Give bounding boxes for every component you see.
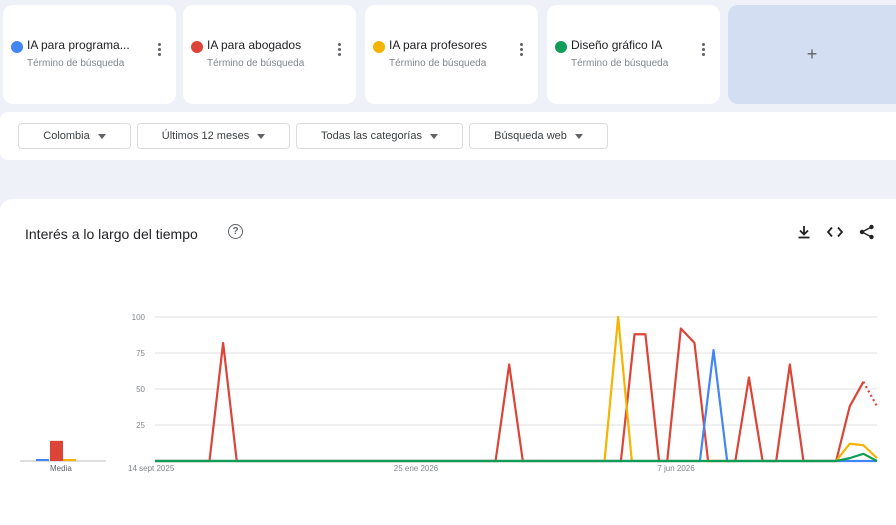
average-label: Media — [50, 464, 72, 473]
search-term-name: IA para profesores — [389, 38, 488, 52]
search-terms-bar: IA para programa... Término de búsqueda IA… — [3, 5, 896, 104]
chevron-down-icon — [574, 133, 583, 139]
y-tick-label: 75 — [136, 349, 145, 358]
y-tick-label: 100 — [132, 313, 146, 322]
search-term-name: Diseño gráfico IA — [571, 38, 663, 52]
add-comparison-button[interactable]: + — [728, 5, 896, 104]
search-term-card[interactable]: IA para programa... Término de búsqueda — [3, 5, 176, 104]
search-term-type: Término de búsqueda — [27, 58, 125, 69]
category-filter-label: Todas las categorías — [321, 130, 422, 142]
search-term-type: Término de búsqueda — [571, 58, 669, 69]
search-term-type: Término de búsqueda — [389, 58, 487, 69]
period-filter-label: Últimos 12 meses — [161, 130, 250, 142]
y-tick-label: 25 — [136, 421, 145, 430]
y-tick-label: 50 — [136, 385, 145, 394]
x-tick-label: 25 ene 2026 — [394, 464, 439, 473]
more-options-icon[interactable] — [520, 43, 524, 59]
search-term-name: IA para programa... — [27, 38, 130, 52]
more-options-icon[interactable] — [338, 43, 342, 59]
x-tick-label: 14 sept 2025 — [128, 464, 175, 473]
average-bar — [36, 459, 49, 461]
search-term-card[interactable]: Diseño gráfico IA Término de búsqueda — [547, 5, 720, 104]
average-bar — [63, 459, 76, 461]
series-color-dot — [373, 41, 385, 53]
chevron-down-icon — [97, 133, 106, 139]
filters-bar: Colombia Últimos 12 meses Todas las cate… — [0, 112, 896, 160]
series-color-dot — [11, 41, 23, 53]
chevron-down-icon — [429, 133, 438, 139]
search-type-filter-label: Búsqueda web — [494, 130, 567, 142]
series-line — [155, 327, 865, 463]
series-color-dot — [555, 41, 567, 53]
series-line-partial — [862, 381, 878, 407]
search-term-card[interactable]: IA para profesores Término de búsqueda — [365, 5, 538, 104]
line-chart: 100 75 50 25 14 sept 2025 25 ene 2026 7 jun 20… — [20, 313, 878, 473]
search-term-type: Término de búsqueda — [207, 58, 305, 69]
search-term-name: IA para abogados — [207, 38, 302, 52]
more-options-icon[interactable] — [158, 43, 162, 59]
average-bar — [50, 440, 63, 461]
period-filter[interactable]: Últimos 12 meses — [137, 123, 290, 149]
search-term-card[interactable]: IA para abogados Término de búsqueda — [183, 5, 356, 104]
region-filter-label: Colombia — [43, 130, 90, 142]
x-tick-label: 7 jun 2026 — [657, 464, 695, 473]
interest-over-time-panel: Interés a lo largo del tiempo ? 100 75 50 2… — [0, 199, 896, 525]
search-type-filter[interactable]: Búsqueda web — [469, 123, 608, 149]
category-filter[interactable]: Todas las categorías — [296, 123, 463, 149]
chevron-down-icon — [257, 133, 266, 139]
series-color-dot — [191, 41, 203, 53]
series-line — [155, 452, 878, 463]
more-options-icon[interactable] — [702, 43, 706, 59]
region-filter[interactable]: Colombia — [18, 123, 131, 149]
